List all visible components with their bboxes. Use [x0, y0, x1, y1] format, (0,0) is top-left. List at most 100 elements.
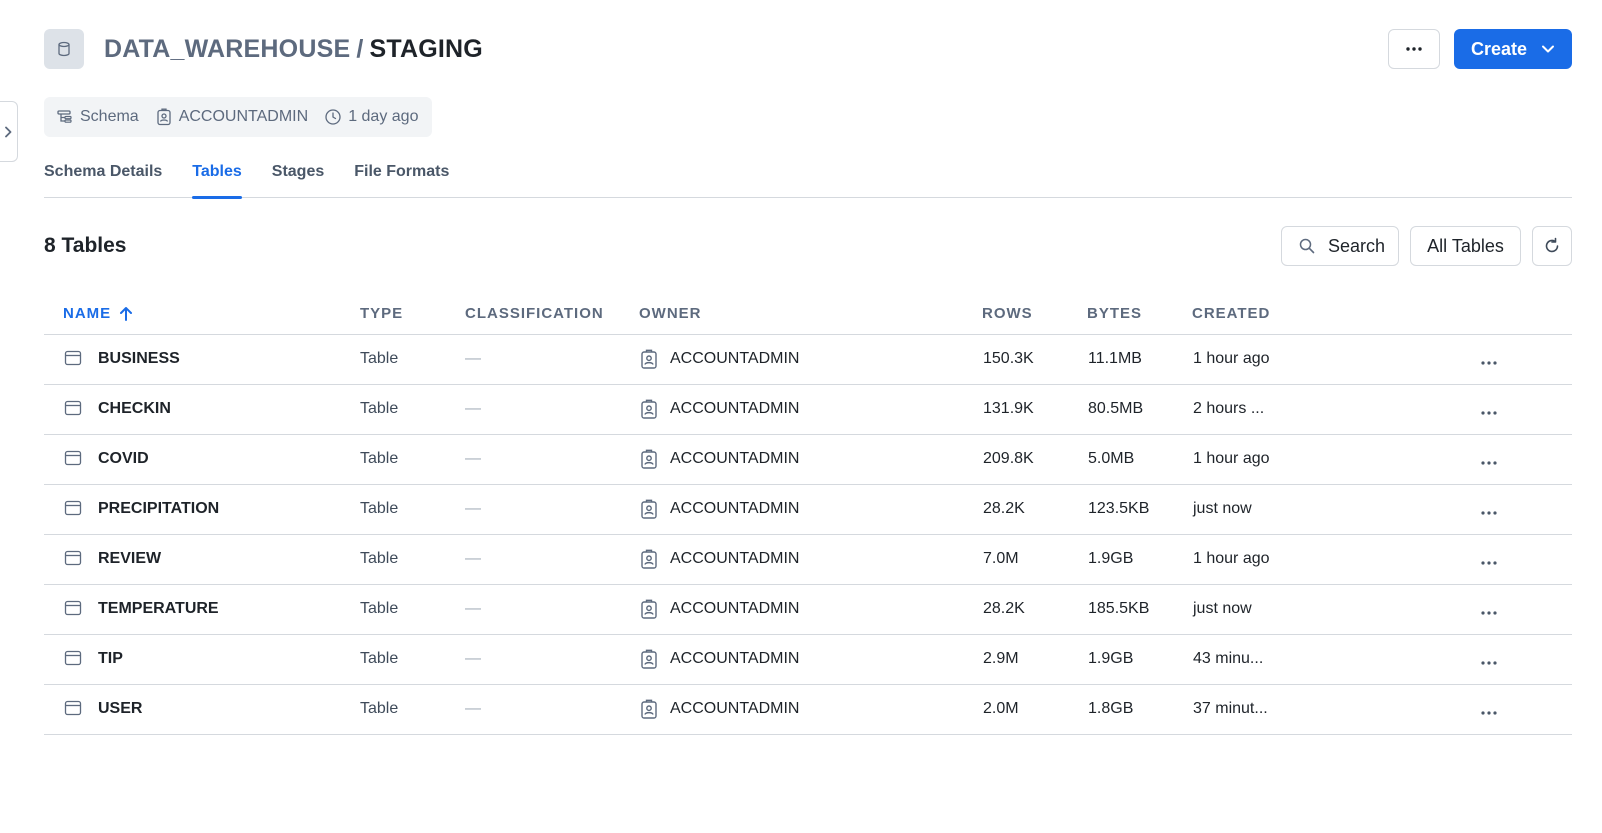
table-owner-label: ACCOUNTADMIN [670, 600, 800, 617]
table-row[interactable]: BUSINESS Table — ACCOUNTADMIN 150.3K 11.… [44, 335, 1572, 385]
table-type: Table [360, 650, 399, 667]
table-name[interactable]: TIP [98, 650, 123, 668]
table-filter-dropdown[interactable]: All Tables [1410, 226, 1521, 266]
table-icon [64, 400, 82, 416]
column-header-classification[interactable]: CLASSIFICATION [465, 305, 604, 322]
table-row[interactable]: TIP Table — ACCOUNTADMIN 2.9M 1.9GB 43 m… [44, 635, 1572, 685]
search-button-label: Search [1328, 235, 1386, 256]
column-header-created[interactable]: CREATED [1192, 305, 1270, 322]
table-bytes: 123.5KB [1088, 500, 1150, 517]
table-name[interactable]: PRECIPITATION [98, 500, 219, 518]
table-owner-label: ACCOUNTADMIN [670, 550, 800, 567]
breadcrumb-schema: STAGING [369, 34, 483, 63]
table-created: 1 hour ago [1193, 450, 1270, 467]
page-header: DATA_WAREHOUSE / STAGING Create [44, 29, 1572, 69]
tab-file-formats[interactable]: File Formats [354, 160, 449, 198]
tab-bar: Schema Details Tables Stages File Format… [44, 160, 1572, 199]
row-actions-button[interactable] [1480, 703, 1498, 721]
table-icon [64, 400, 82, 421]
breadcrumb-separator: / [356, 34, 364, 63]
table-row[interactable]: REVIEW Table — ACCOUNTADMIN 7.0M 1.9GB 1… [44, 535, 1572, 585]
row-actions-button[interactable] [1480, 353, 1498, 371]
schema-badge [44, 29, 84, 69]
column-header-type[interactable]: TYPE [360, 305, 403, 322]
table-icon [64, 650, 82, 671]
tab-schema-details[interactable]: Schema Details [44, 160, 162, 198]
table-row[interactable]: CHECKIN Table — ACCOUNTADMIN 131.9K 80.5… [44, 385, 1572, 435]
search-button[interactable]: Search [1281, 226, 1399, 266]
meta-updated: 1 day ago [324, 108, 418, 126]
page-title: DATA_WAREHOUSE / STAGING [104, 35, 483, 64]
breadcrumb-database[interactable]: DATA_WAREHOUSE [104, 35, 350, 63]
table-name[interactable]: BUSINESS [98, 350, 180, 368]
table-icon [64, 350, 82, 371]
table-row[interactable]: TEMPERATURE Table — ACCOUNTADMIN 28.2K 1… [44, 585, 1572, 635]
role-badge-icon [641, 599, 657, 619]
table-icon [64, 450, 82, 466]
column-header-name-label: NAME [63, 305, 112, 322]
table-owner: ACCOUNTADMIN [640, 649, 799, 669]
table-owner: ACCOUNTADMIN [640, 349, 799, 369]
schema-icon [57, 110, 72, 123]
table-owner-label: ACCOUNTADMIN [670, 450, 800, 467]
ellipsis-icon [1406, 47, 1422, 51]
ellipsis-icon [1481, 711, 1497, 715]
table-row-count: 131.9K [983, 400, 1034, 417]
table-bytes: 1.9GB [1088, 650, 1134, 667]
table-row-count: 28.2K [983, 600, 1025, 617]
row-actions-button[interactable] [1480, 503, 1498, 521]
row-actions-button[interactable] [1480, 403, 1498, 421]
table-row-count: 209.8K [983, 450, 1034, 467]
more-actions-button[interactable] [1388, 29, 1440, 69]
table-type: Table [360, 400, 399, 417]
table-row[interactable]: USER Table — ACCOUNTADMIN 2.0M 1.8GB 37 … [44, 685, 1572, 735]
column-header-name[interactable]: NAME [63, 305, 133, 322]
role-badge-icon [641, 349, 657, 369]
table-icon [64, 350, 82, 366]
sidebar-expand-toggle[interactable] [0, 101, 18, 162]
table-count: 8 Tables [44, 234, 127, 257]
row-actions-button[interactable] [1480, 603, 1498, 621]
table-created: 43 minu... [1193, 650, 1264, 667]
create-button[interactable]: Create [1454, 29, 1572, 69]
refresh-button[interactable] [1532, 226, 1572, 266]
list-toolbar: Search All Tables [1281, 226, 1572, 266]
table-row-count: 2.9M [983, 650, 1019, 667]
table-icon [64, 600, 82, 621]
table-icon [64, 650, 82, 666]
table-name[interactable]: CHECKIN [98, 400, 171, 418]
row-actions-button[interactable] [1480, 653, 1498, 671]
table-owner: ACCOUNTADMIN [640, 399, 799, 419]
table-type: Table [360, 500, 399, 517]
table-name[interactable]: TEMPERATURE [98, 600, 219, 618]
role-badge-icon [641, 549, 657, 569]
table-row-count: 7.0M [983, 550, 1019, 567]
table-classification: — [465, 500, 481, 517]
table-classification: — [465, 650, 481, 667]
meta-type-label: Schema [80, 108, 139, 125]
meta-updated-label: 1 day ago [348, 108, 419, 125]
role-badge-icon [641, 699, 657, 719]
column-header-rows[interactable]: ROWS [982, 305, 1033, 322]
column-header-owner[interactable]: OWNER [639, 305, 702, 322]
table-name[interactable]: COVID [98, 450, 149, 468]
row-actions-button[interactable] [1480, 553, 1498, 571]
ellipsis-icon [1481, 461, 1497, 465]
table-created: 1 hour ago [1193, 350, 1270, 367]
row-actions-button[interactable] [1480, 453, 1498, 471]
column-header-bytes[interactable]: BYTES [1087, 305, 1142, 322]
chevron-right-icon [4, 126, 11, 137]
table-owner: ACCOUNTADMIN [640, 449, 799, 469]
table-row[interactable]: COVID Table — ACCOUNTADMIN 209.8K 5.0MB … [44, 435, 1572, 485]
table-bytes: 1.9GB [1088, 550, 1134, 567]
table-row[interactable]: PRECIPITATION Table — ACCOUNTADMIN 28.2K… [44, 485, 1572, 535]
table-name[interactable]: REVIEW [98, 550, 161, 568]
table-owner-label: ACCOUNTADMIN [670, 350, 800, 367]
tab-tables[interactable]: Tables [192, 160, 242, 199]
tables-list: NAME TYPE CLASSIFICATION OWNER ROWS BYTE… [44, 293, 1572, 735]
table-name[interactable]: USER [98, 700, 142, 718]
meta-owner: ACCOUNTADMIN [155, 108, 308, 126]
tab-stages[interactable]: Stages [272, 160, 324, 198]
ellipsis-icon [1481, 411, 1497, 415]
table-bytes: 80.5MB [1088, 400, 1144, 417]
